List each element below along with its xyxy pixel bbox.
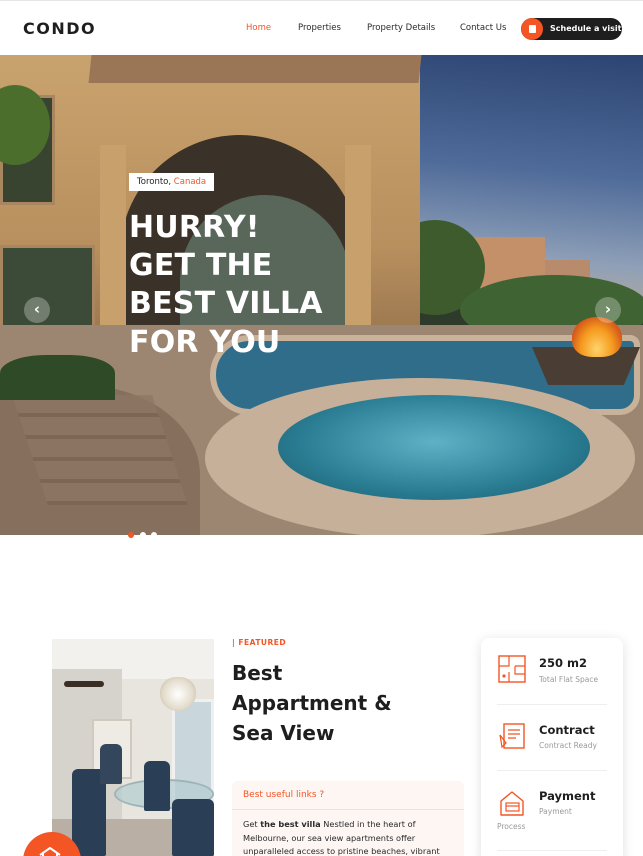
- location-tag: Toronto, Canada: [129, 173, 215, 191]
- nav-link-contact-us[interactable]: Contact Us: [460, 23, 506, 33]
- stat-subtitle-process: Process: [497, 822, 526, 831]
- featured-tag: | FEATURED: [232, 638, 287, 647]
- body-prefix: Get: [243, 819, 261, 829]
- stat-title-payment: Payment: [539, 789, 596, 803]
- stat-title-contract: Contract: [539, 723, 595, 737]
- site-logo[interactable]: CONDO: [23, 19, 96, 38]
- hero-headline-line-2: GET THE: [129, 248, 273, 283]
- property-stats-card: 250 m2 Total Flat Space Contract Contrac…: [481, 638, 623, 856]
- fire-icon: [572, 317, 622, 357]
- carousel-dot-2[interactable]: [140, 532, 146, 538]
- schedule-visit-label: Schedule a visit: [550, 24, 622, 33]
- body-bold: the best villa: [260, 819, 321, 829]
- stat-subtitle-payment: Payment: [539, 807, 572, 816]
- payment-icon: [500, 791, 524, 816]
- hero-headline-line-3: BEST VILLA: [129, 286, 323, 321]
- top-navbar: CONDO Home Properties Property Details C…: [0, 0, 643, 55]
- carousel-prev-arrow[interactable]: ‹: [24, 297, 50, 323]
- schedule-visit-button[interactable]: Schedule a visit: [521, 18, 622, 40]
- useful-links-accordion[interactable]: Best useful links ? Get the best villa N…: [232, 781, 464, 856]
- stat-subtitle-space: Total Flat Space: [539, 675, 599, 684]
- hero-headline-line-4: FOR YOU: [129, 325, 281, 360]
- featured-title-line-3: Sea View: [232, 721, 335, 745]
- nav-link-home[interactable]: Home: [246, 23, 271, 33]
- divider: [232, 809, 464, 810]
- stat-divider-2: [497, 770, 607, 771]
- image-chair-3: [172, 799, 214, 856]
- carousel-next-arrow[interactable]: ›: [595, 297, 621, 323]
- stat-title-space: 250 m2: [539, 656, 587, 670]
- chandelier-icon: [160, 677, 196, 711]
- useful-links-body: Get the best villa Nestled in the heart …: [243, 818, 458, 856]
- carousel-dot-3[interactable]: [151, 532, 157, 538]
- useful-links-heading[interactable]: Best useful links ?: [243, 790, 324, 800]
- featured-title-line-2: Appartment &: [232, 691, 392, 715]
- contract-icon: [499, 723, 525, 749]
- location-country: Canada: [173, 177, 207, 187]
- hero-roof: [88, 55, 422, 83]
- carousel-dot-1[interactable]: [128, 532, 134, 538]
- stat-divider-3: [497, 850, 607, 851]
- hero-bush: [0, 355, 115, 400]
- calendar-icon: [521, 18, 543, 40]
- image-chair-4: [100, 744, 122, 784]
- nav-link-property-details[interactable]: Property Details: [367, 23, 435, 33]
- nav-link-properties[interactable]: Properties: [298, 23, 341, 33]
- ceiling-fan-icon: [64, 681, 104, 687]
- location-city: Toronto,: [137, 177, 172, 187]
- house-icon: [39, 847, 61, 856]
- featured-title-line-1: Best: [232, 661, 283, 685]
- stat-subtitle-contract: Contract Ready: [539, 741, 597, 750]
- hero-spa: [278, 395, 590, 500]
- hero-headline-line-1: HURRY!: [129, 210, 260, 245]
- stat-divider: [497, 704, 607, 705]
- floor-plan-icon: [498, 655, 526, 683]
- hero-banner: Toronto, Canada HURRY! GET THE BEST VILL…: [0, 55, 643, 535]
- image-chair-2: [144, 761, 170, 811]
- featured-apartment-image: [52, 639, 214, 856]
